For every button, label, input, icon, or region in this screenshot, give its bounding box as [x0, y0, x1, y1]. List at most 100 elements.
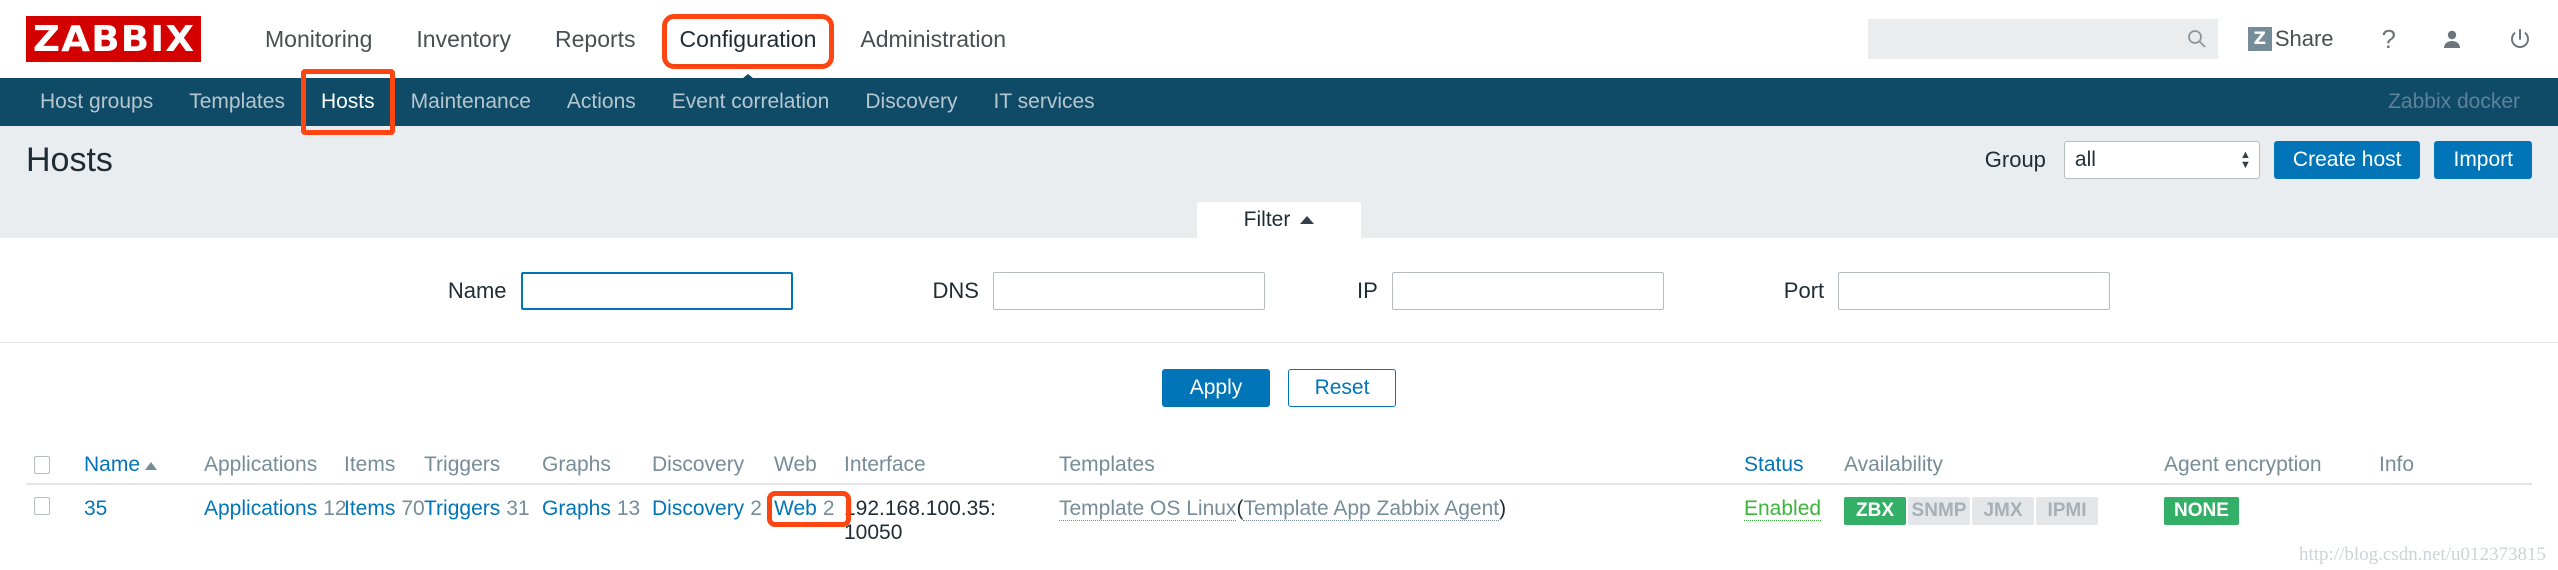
- filter-tab[interactable]: Filter: [1197, 202, 1361, 238]
- status-badge[interactable]: Enabled: [1744, 497, 1822, 521]
- group-filter-label: Group: [1984, 147, 2046, 172]
- cell-items: Items 70: [344, 497, 425, 521]
- subnav-item-maintenance[interactable]: Maintenance: [393, 78, 549, 126]
- host-name-link[interactable]: 35: [84, 497, 107, 520]
- subnav-item-templates[interactable]: Templates: [171, 78, 303, 126]
- discovery-link[interactable]: Discovery: [652, 497, 744, 520]
- items-link[interactable]: Items: [344, 497, 395, 520]
- watermark: http://blog.csdn.net/u012373815: [2299, 544, 2546, 565]
- col-header-triggers: Triggers: [424, 453, 501, 476]
- power-icon[interactable]: [2508, 27, 2532, 51]
- subnav-item-actions[interactable]: Actions: [549, 78, 654, 126]
- page-title: Hosts: [26, 140, 113, 179]
- dns-input[interactable]: [992, 272, 1265, 310]
- graphs-count: 13: [616, 497, 641, 520]
- subnav-label-templates: Templates: [189, 90, 285, 113]
- filter-label-dns: DNS: [932, 278, 979, 303]
- reset-button[interactable]: Reset: [1288, 369, 1396, 407]
- subnav-label-actions: Actions: [566, 90, 636, 113]
- interface-port: 10050: [844, 521, 903, 545]
- zabbix-logo[interactable]: ZABBIX: [26, 16, 201, 62]
- col-header-status[interactable]: Status: [1744, 453, 1844, 477]
- main-navigation: Monitoring Inventory Reports Configurati…: [243, 0, 1028, 88]
- col-header-name[interactable]: Name: [84, 453, 204, 477]
- global-search[interactable]: [1867, 19, 2218, 59]
- nav-item-monitoring[interactable]: Monitoring: [243, 0, 394, 78]
- filter-tab-row: Filter: [0, 194, 2558, 238]
- apply-button[interactable]: Apply: [1162, 369, 1270, 407]
- graphs-link[interactable]: Graphs: [542, 497, 611, 520]
- cell-name: 35: [84, 497, 204, 521]
- group-select-value: all: [2074, 148, 2096, 171]
- col-header-templates: Templates: [1059, 453, 1155, 476]
- subnav-label-host-groups: Host groups: [40, 90, 154, 113]
- nav-label-monitoring: Monitoring: [265, 26, 373, 52]
- nav-item-inventory[interactable]: Inventory: [394, 0, 533, 78]
- filter-field-name: Name: [448, 272, 793, 310]
- nav-item-reports[interactable]: Reports: [533, 0, 658, 78]
- subnav-item-hosts[interactable]: Hosts: [300, 69, 395, 135]
- user-icon[interactable]: [2440, 27, 2464, 51]
- badge-ipmi[interactable]: IPMI: [2036, 497, 2098, 525]
- col-header-web: Web: [774, 453, 844, 477]
- sub-navigation: Host groups Templates Hosts Maintenance …: [0, 69, 2558, 135]
- search-icon[interactable]: [2186, 28, 2208, 50]
- template-paren-close: ): [1499, 497, 1507, 520]
- subnav-item-discovery[interactable]: Discovery: [847, 78, 975, 126]
- port-input[interactable]: [1838, 272, 2111, 310]
- cell-triggers: Triggers 31: [424, 497, 542, 521]
- share-label: Share: [2274, 26, 2334, 51]
- nav-label-reports: Reports: [555, 26, 636, 52]
- share-button[interactable]: Z Share: [2247, 26, 2334, 52]
- select-all-checkbox[interactable]: [34, 456, 50, 474]
- cell-discovery: Discovery 2: [652, 497, 774, 521]
- cell-agent-encryption: NONE: [2164, 497, 2379, 525]
- search-input[interactable]: [1881, 27, 2186, 51]
- subnav-item-event-correlation[interactable]: Event correlation: [654, 78, 848, 126]
- subnav-label-discovery: Discovery: [865, 90, 958, 113]
- col-label-name: Name: [84, 453, 141, 476]
- zabbix-logo-text: ZABBIX: [32, 18, 195, 60]
- availability-badges: ZBX SNMP JMX IPMI: [1844, 497, 2164, 525]
- help-icon[interactable]: ?: [2382, 26, 2396, 52]
- triggers-count: 31: [506, 497, 530, 520]
- cell-templates: Template OS Linux(Template App Zabbix Ag…: [1059, 497, 1744, 521]
- ip-input[interactable]: [1391, 272, 1664, 310]
- nav-item-administration[interactable]: Administration: [838, 0, 1028, 78]
- web-link[interactable]: Web: [774, 497, 817, 520]
- nav-item-configuration[interactable]: Configuration: [658, 0, 839, 88]
- filter-field-dns: DNS: [933, 272, 1265, 310]
- chevron-updown-icon: ▲ ▼: [2240, 149, 2251, 171]
- template-link-os-linux[interactable]: Template OS Linux: [1059, 497, 1237, 521]
- name-input[interactable]: [520, 272, 793, 310]
- col-header-interface: Interface: [844, 453, 926, 476]
- col-header-discovery: Discovery: [652, 453, 745, 476]
- import-button[interactable]: Import: [2434, 141, 2532, 179]
- app-header: ZABBIX Monitoring Inventory Reports Conf…: [0, 0, 2558, 88]
- chevron-up-icon: [1300, 216, 1315, 224]
- subnav-item-host-groups[interactable]: Host groups: [22, 78, 171, 126]
- create-host-button[interactable]: Create host: [2273, 141, 2421, 179]
- badge-zbx[interactable]: ZBX: [1844, 497, 1906, 525]
- discovery-count: 2: [750, 497, 762, 520]
- template-link-app-zabbix-agent[interactable]: Template App Zabbix Agent: [1243, 497, 1500, 521]
- select-all-cell: [26, 456, 84, 474]
- nav-label-inventory: Inventory: [416, 26, 511, 52]
- cell-interface: 192.168.100.35: 10050: [844, 497, 1059, 546]
- group-select[interactable]: all ▲ ▼: [2063, 141, 2260, 179]
- current-user-label: Zabbix docker: [2388, 90, 2520, 113]
- triggers-link[interactable]: Triggers: [424, 497, 500, 520]
- sort-asc-icon: [145, 462, 158, 470]
- badge-jmx[interactable]: JMX: [1972, 497, 2034, 525]
- col-label-web: Web: [774, 453, 817, 476]
- cell-graphs: Graphs 13: [542, 497, 652, 521]
- row-select-cell: [26, 497, 84, 515]
- badge-snmp[interactable]: SNMP: [1908, 497, 1970, 525]
- applications-link[interactable]: Applications: [204, 497, 317, 520]
- col-header-items: Items: [344, 453, 396, 476]
- col-label-status: Status: [1744, 453, 1804, 476]
- subnav-item-it-services[interactable]: IT services: [976, 78, 1113, 126]
- row-checkbox[interactable]: [34, 497, 50, 515]
- col-header-availability: Availability: [1844, 453, 1943, 476]
- table-header-row: Name Applications Items Triggers Graphs …: [26, 433, 2532, 485]
